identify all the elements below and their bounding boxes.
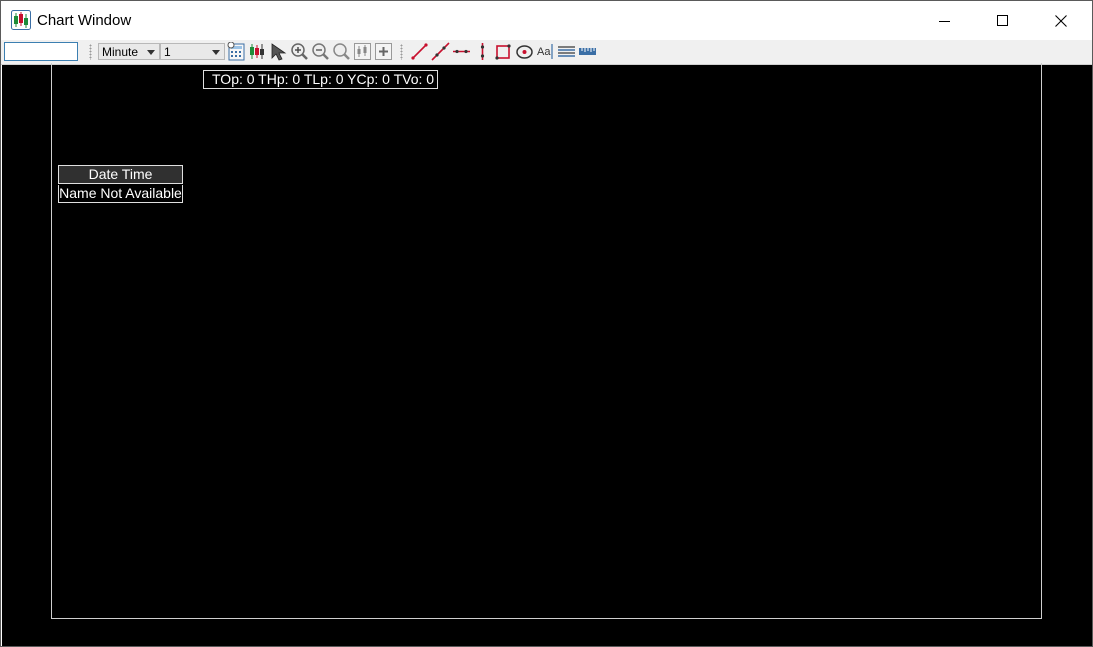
rectangle-icon[interactable]	[494, 42, 513, 61]
zoom-out-icon[interactable]	[311, 42, 330, 61]
maximize-button[interactable]	[974, 1, 1032, 40]
chevron-down-icon	[212, 50, 220, 55]
chart-window: Chart Window Minute 1 Aa TOp: 0 THp: 0 T…	[0, 0, 1093, 647]
fit-chart-icon[interactable]	[353, 42, 372, 61]
crosshair-info-box: Date Time Name Not Available	[58, 165, 183, 203]
info-date-time: Date Time	[58, 165, 183, 184]
toolbar-grip[interactable]	[89, 44, 92, 60]
ruler-icon[interactable]	[578, 42, 597, 61]
minimize-icon	[939, 20, 950, 22]
candlestick-app-icon	[11, 10, 31, 30]
close-icon	[1055, 14, 1067, 27]
interval-count-select[interactable]: 1	[160, 43, 225, 60]
window-title: Chart Window	[37, 12, 132, 29]
interval-select-value: Minute	[102, 45, 139, 59]
toolbar-grip[interactable]	[400, 44, 403, 60]
symbol-input[interactable]	[4, 42, 78, 61]
horizontal-line-icon[interactable]	[452, 42, 471, 61]
close-button[interactable]	[1032, 1, 1090, 40]
ellipse-icon[interactable]	[515, 42, 534, 61]
interval-select[interactable]: Minute	[98, 43, 160, 60]
zoom-reset-icon[interactable]	[332, 42, 351, 61]
zoom-in-icon[interactable]	[290, 42, 309, 61]
vertical-line-icon[interactable]	[473, 42, 492, 61]
text-tool-icon[interactable]: Aa	[536, 42, 555, 61]
minimize-button[interactable]	[916, 1, 974, 40]
calculator-icon[interactable]	[227, 42, 246, 61]
chart-toolbar: Minute 1 Aa	[1, 40, 1092, 65]
chevron-down-icon	[147, 50, 155, 55]
maximize-icon	[997, 14, 1008, 26]
candlestick-icon[interactable]	[248, 42, 267, 61]
ray-line-icon[interactable]	[431, 42, 450, 61]
pointer-icon[interactable]	[269, 42, 288, 61]
title-bar[interactable]: Chart Window	[1, 1, 1092, 40]
add-icon[interactable]	[374, 42, 393, 61]
chart-canvas[interactable]: TOp: 0 THp: 0 TLp: 0 YCp: 0 TVo: 0 Date …	[2, 63, 1092, 646]
svg-text:Aa: Aa	[537, 46, 551, 58]
fibonacci-icon[interactable]	[557, 42, 576, 61]
interval-count-value: 1	[164, 45, 171, 59]
plot-frame	[51, 63, 1042, 619]
ohlc-readout: TOp: 0 THp: 0 TLp: 0 YCp: 0 TVo: 0	[203, 70, 439, 89]
info-symbol-name: Name Not Available	[58, 185, 183, 203]
trend-line-icon[interactable]	[410, 42, 429, 61]
